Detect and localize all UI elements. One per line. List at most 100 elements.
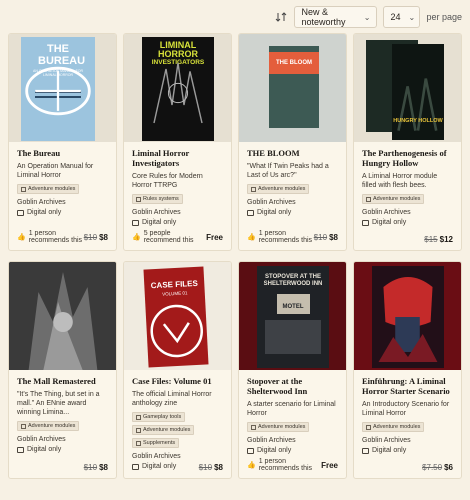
- per-page-select[interactable]: 24 ⌄: [383, 6, 421, 28]
- product-title[interactable]: Einführung: A Liminal Horror Starter Sce…: [362, 376, 453, 396]
- sale-price: $8: [329, 232, 338, 242]
- original-price: $15: [424, 235, 438, 244]
- recommendation-label: 1 person recommends this: [28, 230, 83, 244]
- monitor-icon: [247, 447, 254, 454]
- tag-icon: [21, 423, 26, 429]
- product-title[interactable]: The Mall Remastered: [17, 376, 108, 386]
- product-description: A Liminal Horror module filled with fles…: [362, 173, 438, 189]
- tag-label: Adventure modules: [373, 196, 421, 202]
- recommendation-label: 1 person recommends this: [258, 230, 313, 244]
- product-description: A starter scenario for Liminal Horror: [247, 401, 336, 417]
- tag-icon: [251, 186, 256, 192]
- product-card[interactable]: THE BUREAU AN OPERATION MANUAL FOR LIMIN…: [8, 33, 117, 251]
- cover-title: HUNGRY HOLLOW: [393, 118, 443, 124]
- category-tag[interactable]: Adventure modules: [132, 425, 195, 435]
- tag-label: Gameplay tools: [143, 414, 182, 420]
- recommendation-label: 5 people recommend this: [143, 230, 194, 244]
- tag-label: Adventure modules: [258, 186, 306, 192]
- product-description: The official Liminal Horror anthology zi…: [132, 391, 212, 407]
- publisher-name[interactable]: Goblin Archives: [17, 436, 108, 443]
- product-card[interactable]: HUNGRY HOLLOW The Parthenogenesis of Hun…: [353, 33, 462, 251]
- tag-label: Rules systems: [143, 196, 179, 202]
- product-cover[interactable]: THE BLOOM: [239, 34, 346, 142]
- product-card[interactable]: CASE FILES VOLUME 01 Case Files: Volume …: [123, 261, 232, 479]
- product-card[interactable]: STOPOVER AT THE SHELTERWOOD INN MOTEL St…: [238, 261, 347, 479]
- tag-icon: [21, 186, 26, 192]
- recommendation-count: 👍 1 person recommends this: [247, 458, 321, 472]
- format-label: Digital only: [257, 447, 292, 454]
- category-tag[interactable]: Gameplay tools: [132, 412, 186, 422]
- product-price: Free: [206, 232, 223, 242]
- thumbs-up-icon: 👍: [17, 234, 26, 241]
- format-label: Digital only: [27, 446, 62, 453]
- sale-price: $8: [99, 463, 108, 472]
- monitor-icon: [247, 209, 254, 216]
- product-cover[interactable]: STOPOVER AT THE SHELTERWOOD INN MOTEL: [239, 262, 346, 370]
- format-indicator: Digital only: [247, 447, 338, 454]
- tag-icon: [366, 424, 371, 430]
- product-cover[interactable]: HUNGRY HOLLOW: [354, 34, 461, 142]
- format-label: Digital only: [372, 447, 407, 454]
- tag-icon: [366, 196, 371, 202]
- product-card[interactable]: THE BLOOM THE BLOOM "What If Twin Peaks …: [238, 33, 347, 251]
- sort-select[interactable]: New & noteworthy ⌄: [294, 6, 378, 28]
- product-card[interactable]: LIMINAL HORROR INVESTIGATORS Liminal Hor…: [123, 33, 232, 251]
- sort-icon[interactable]: [274, 10, 288, 24]
- publisher-name[interactable]: Goblin Archives: [132, 453, 223, 460]
- original-price: $7.50: [422, 463, 443, 472]
- tag-icon: [136, 414, 141, 420]
- category-tag[interactable]: Supplements: [132, 438, 180, 448]
- category-tag[interactable]: Adventure modules: [17, 421, 80, 431]
- recommendation-count: 👍 1 person recommends this: [17, 230, 84, 244]
- thumbs-up-icon: 👍: [132, 234, 141, 241]
- product-cover[interactable]: LIMINAL HORROR INVESTIGATORS: [124, 34, 231, 142]
- product-description: Core Rules for Modern Horror TTRPG: [132, 173, 203, 189]
- product-description: An Introductory Scenario for Liminal Hor…: [362, 401, 450, 417]
- product-price: $10 $8: [314, 233, 338, 242]
- category-tag[interactable]: Adventure modules: [362, 422, 425, 432]
- tag-label: Supplements: [143, 440, 176, 446]
- product-price: Free: [321, 460, 338, 470]
- product-title[interactable]: The Bureau: [17, 148, 108, 158]
- category-tag[interactable]: Rules systems: [132, 194, 183, 204]
- product-title[interactable]: THE BLOOM: [247, 148, 338, 158]
- product-title[interactable]: Stopover at the Shelterwood Inn: [247, 376, 338, 396]
- publisher-name[interactable]: Goblin Archives: [17, 199, 108, 206]
- publisher-name[interactable]: Goblin Archives: [362, 209, 453, 216]
- sale-price: $6: [444, 463, 453, 472]
- format-indicator: Digital only: [247, 209, 338, 216]
- thumbs-up-icon: 👍: [247, 234, 256, 241]
- product-title[interactable]: Liminal Horror Investigators: [132, 148, 223, 168]
- product-cover[interactable]: [9, 262, 116, 370]
- listing-toolbar: New & noteworthy ⌄ 24 ⌄ per page: [274, 6, 462, 28]
- product-card[interactable]: Einführung: A Liminal Horror Starter Sce…: [353, 261, 462, 479]
- original-price: $10: [198, 463, 213, 472]
- category-tag[interactable]: Adventure modules: [247, 422, 310, 432]
- product-description: An Operation Manual for Liminal Horror: [17, 163, 94, 179]
- publisher-name[interactable]: Goblin Archives: [132, 209, 223, 216]
- format-indicator: Digital only: [362, 219, 453, 226]
- product-cover[interactable]: THE BUREAU AN OPERATION MANUAL FOR LIMIN…: [9, 34, 116, 142]
- category-tag[interactable]: Adventure modules: [17, 184, 80, 194]
- product-card[interactable]: The Mall Remastered "It's The Thing, but…: [8, 261, 117, 479]
- tag-icon: [136, 427, 141, 433]
- sale-price: $8: [99, 232, 108, 242]
- product-cover[interactable]: CASE FILES VOLUME 01: [124, 262, 231, 370]
- category-tag[interactable]: Adventure modules: [247, 184, 310, 194]
- product-cover[interactable]: [354, 262, 461, 370]
- product-price: $10 $8: [199, 463, 223, 472]
- original-price: $10: [313, 232, 328, 242]
- cover-title: STOPOVER AT THE SHELTERWOOD INN: [263, 274, 323, 287]
- tag-icon: [251, 424, 256, 430]
- cover-title: THE BLOOM: [276, 60, 312, 66]
- publisher-name[interactable]: Goblin Archives: [247, 437, 338, 444]
- publisher-name[interactable]: Goblin Archives: [362, 437, 453, 444]
- publisher-name[interactable]: Goblin Archives: [247, 199, 338, 206]
- product-title[interactable]: Case Files: Volume 01: [132, 376, 223, 386]
- recommendation-count: 👍 5 people recommend this: [132, 230, 206, 244]
- product-title[interactable]: The Parthenogenesis of Hungry Hollow: [362, 148, 453, 168]
- category-tag[interactable]: Adventure modules: [362, 194, 425, 204]
- format-indicator: Digital only: [362, 447, 453, 454]
- format-indicator: Digital only: [17, 209, 108, 216]
- format-indicator: Digital only: [17, 446, 108, 453]
